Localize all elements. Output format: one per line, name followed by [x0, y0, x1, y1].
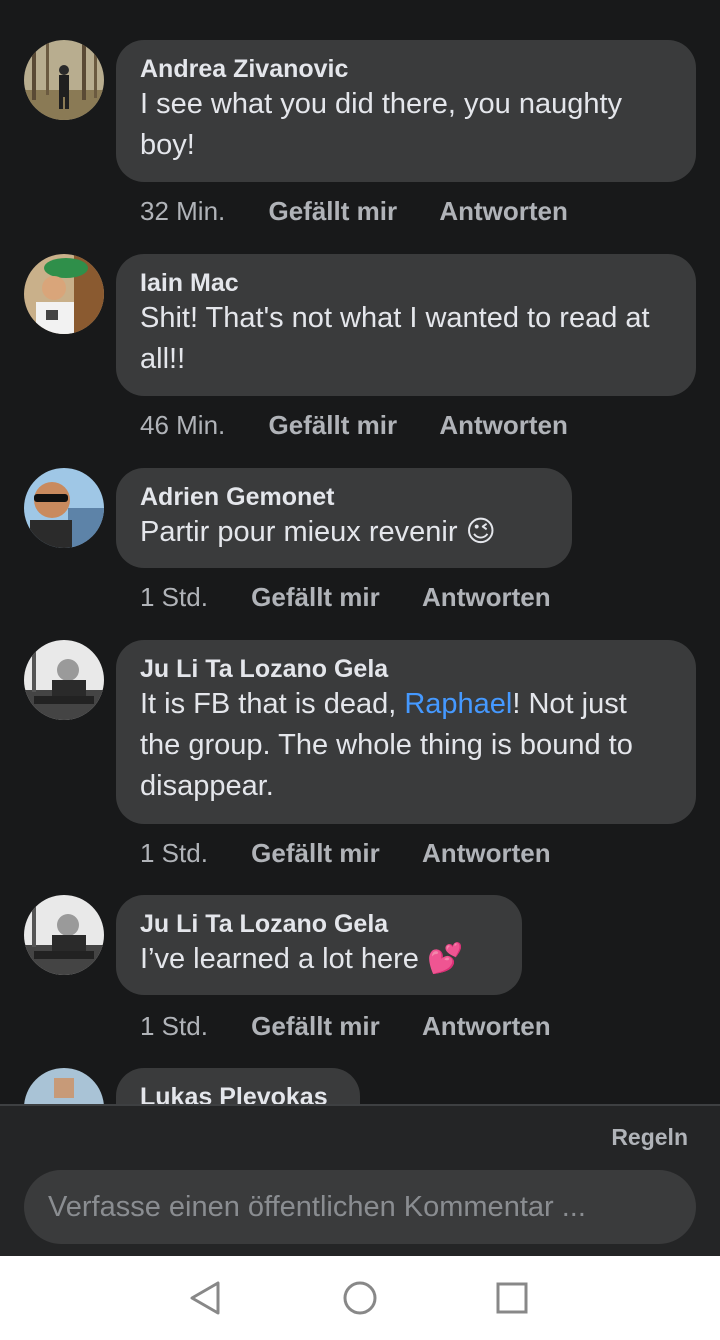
wink-emoji-icon: 😉: [465, 516, 496, 548]
screen: Andrea Zivanovic I see what you did ther…: [0, 0, 720, 1340]
comment-text: Partir pour mieux revenir 😉: [140, 512, 548, 553]
avatar[interactable]: [24, 895, 104, 975]
comment-footer: Regeln Verfasse einen öffentlichen Komme…: [0, 1106, 720, 1256]
comment-actions: 1 Std. Gefällt mir Antworten: [140, 1011, 587, 1041]
avatar[interactable]: [24, 468, 104, 548]
comment-bubble[interactable]: Iain Mac Shit! That's not what I wanted …: [116, 254, 696, 396]
reply-button[interactable]: Antworten: [422, 1011, 551, 1041]
like-button[interactable]: Gefällt mir: [251, 1011, 380, 1041]
comment-author[interactable]: Iain Mac: [140, 268, 672, 298]
comment-actions: 1 Std. Gefällt mir Antworten: [140, 582, 587, 612]
comment-bubble[interactable]: Adrien Gemonet Partir pour mieux revenir…: [116, 468, 572, 568]
hearts-emoji-icon: 💕: [426, 943, 464, 975]
comment-author[interactable]: Lukas Plevokas: [140, 1082, 336, 1104]
comment-author[interactable]: Andrea Zivanovic: [140, 54, 672, 84]
comment-text: I’ve learned a lot here 💕: [140, 939, 498, 980]
comment-text-content: I’ve learned a lot here: [140, 943, 419, 975]
like-button[interactable]: Gefällt mir: [251, 582, 380, 612]
like-button[interactable]: Gefällt mir: [251, 838, 380, 868]
comment-author[interactable]: Ju Li Ta Lozano Gela: [140, 654, 672, 684]
comment-time[interactable]: 1 Std.: [140, 838, 208, 868]
reply-button[interactable]: Antworten: [439, 410, 568, 440]
like-button[interactable]: Gefällt mir: [269, 196, 398, 226]
comment-bubble[interactable]: Lukas Plevokas: [116, 1068, 360, 1104]
comment-text-content: Partir pour mieux revenir: [140, 516, 458, 548]
system-navigation-bar: [0, 1256, 720, 1340]
comment-bubble[interactable]: Andrea Zivanovic I see what you did ther…: [116, 40, 696, 182]
comment-time[interactable]: 46 Min.: [140, 410, 225, 440]
comment-time[interactable]: 32 Min.: [140, 196, 225, 226]
back-icon[interactable]: [186, 1278, 226, 1318]
avatar[interactable]: [24, 254, 104, 334]
comment-author[interactable]: Ju Li Ta Lozano Gela: [140, 909, 498, 939]
comment-actions: 1 Std. Gefällt mir Antworten: [140, 838, 587, 868]
comment-author[interactable]: Adrien Gemonet: [140, 482, 548, 512]
comment-list[interactable]: Andrea Zivanovic I see what you did ther…: [0, 0, 720, 1104]
comment-text-before: It is FB that is dead,: [140, 688, 405, 720]
reply-button[interactable]: Antworten: [439, 196, 568, 226]
avatar[interactable]: [24, 1068, 104, 1104]
comment-text: Shit! That's not what I wanted to read a…: [140, 302, 650, 375]
avatar[interactable]: [24, 640, 104, 720]
comment-text: It is FB that is dead, Raphael! Not just…: [140, 684, 672, 807]
recent-apps-icon[interactable]: [492, 1278, 532, 1318]
comment-bubble[interactable]: Ju Li Ta Lozano Gela It is FB that is de…: [116, 640, 696, 824]
comment-input[interactable]: Verfasse einen öffentlichen Kommentar ..…: [24, 1170, 696, 1244]
reply-button[interactable]: Antworten: [422, 582, 551, 612]
comment-time[interactable]: 1 Std.: [140, 1011, 208, 1041]
comment-text: I see what you did there, you naughty bo…: [140, 88, 623, 161]
mention-link[interactable]: Raphael: [404, 688, 512, 720]
avatar[interactable]: [24, 40, 104, 120]
comment-bubble[interactable]: Ju Li Ta Lozano Gela I’ve learned a lot …: [116, 895, 522, 995]
comment-actions: 46 Min. Gefällt mir Antworten: [140, 410, 604, 440]
comment-actions: 32 Min. Gefällt mir Antworten: [140, 196, 604, 226]
rules-link[interactable]: Regeln: [611, 1124, 688, 1151]
like-button[interactable]: Gefällt mir: [269, 410, 398, 440]
home-icon[interactable]: [340, 1278, 380, 1318]
reply-button[interactable]: Antworten: [422, 838, 551, 868]
comment-time[interactable]: 1 Std.: [140, 582, 208, 612]
